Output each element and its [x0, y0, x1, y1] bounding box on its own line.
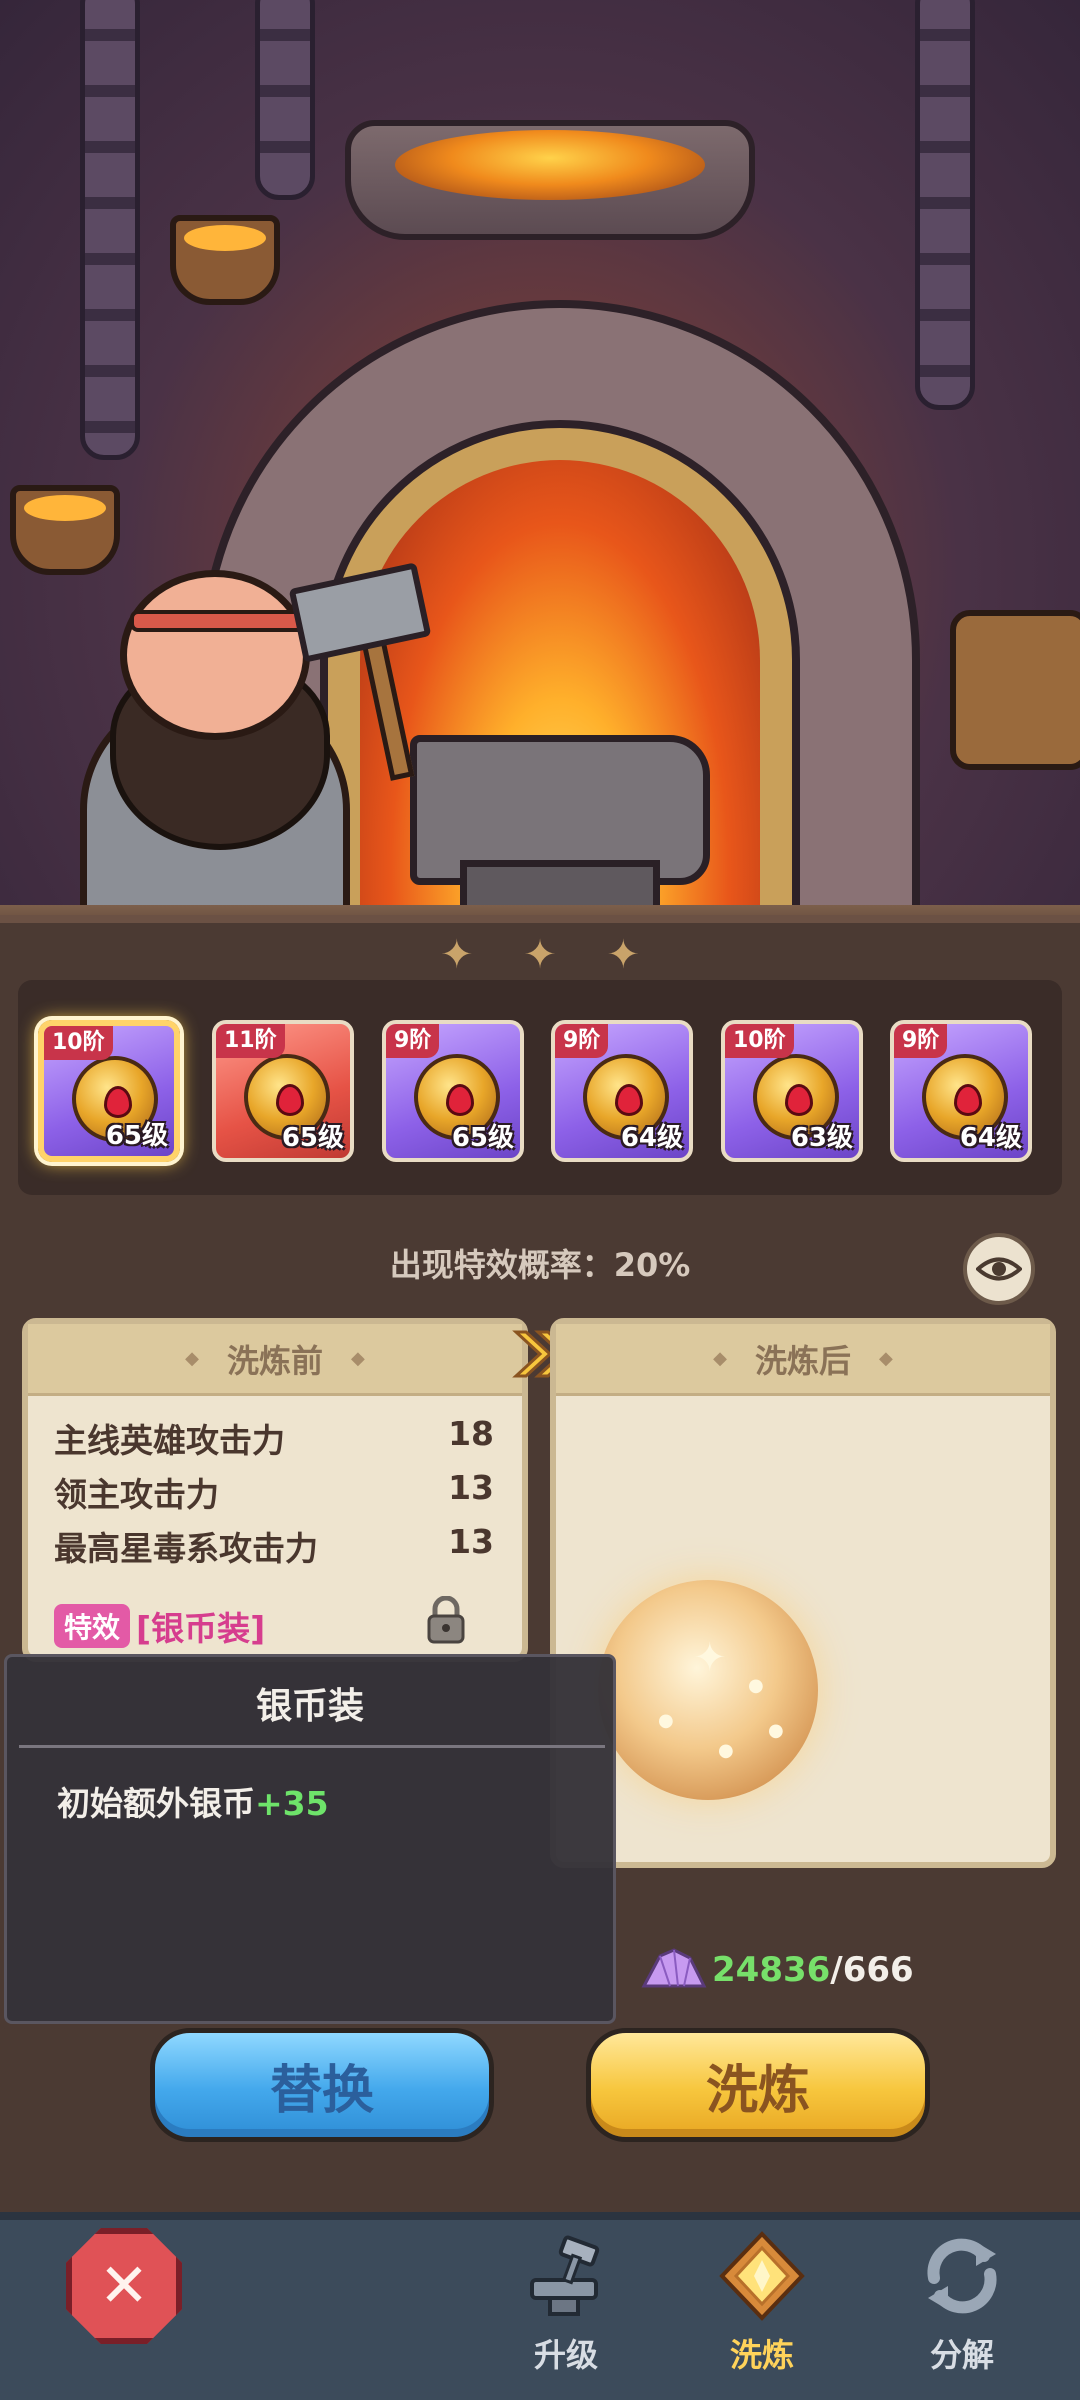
attribute-value: 18 [448, 1414, 494, 1453]
equipment-level: 65级 [105, 1121, 168, 1151]
crucible-pot [170, 215, 280, 305]
crystal-icon [641, 1948, 707, 1988]
lock-icon[interactable] [424, 1596, 468, 1644]
equipment-level: 65级 [451, 1123, 514, 1153]
recycle-icon [927, 2238, 997, 2314]
before-refine-card: ◆ 洗炼前 ◆ 主线英雄攻击力 18 领主攻击力 13 最高星毒系攻击力 13 … [22, 1318, 528, 1662]
nav-label: 升级 [533, 2336, 598, 2374]
sparkle-icon: ✦ [693, 1635, 727, 1681]
equipment-slot[interactable]: 9阶 65级 [382, 1020, 524, 1162]
chain-decoration [255, 0, 315, 200]
effect-chance-text: 出现特效概率：20% [389, 1246, 691, 1284]
equipment-slot[interactable]: 10阶 63级 [721, 1020, 863, 1162]
attribute-row: 领主攻击力 13 [54, 1468, 494, 1516]
star-ornaments: ✦ ✦ ✦ [440, 930, 640, 980]
refine-diamond-icon [719, 2231, 805, 2321]
star-icon: ✦ [440, 932, 474, 978]
equipment-tier-badge: 11阶 [216, 1024, 285, 1058]
diamond-icon: ◆ [185, 1348, 199, 1369]
eye-icon [976, 1257, 1022, 1281]
equipment-tier-badge: 9阶 [386, 1024, 440, 1058]
equipment-tier-badge: 9阶 [555, 1024, 609, 1058]
nav-upgrade[interactable]: 升级 [496, 2228, 636, 2388]
nav-label: 分解 [929, 2336, 994, 2374]
attribute-name: 主线英雄攻击力 [54, 1421, 285, 1460]
forge-screen: ✦ ✦ ✦ 10阶 65级 11阶 65级 9阶 65级 9阶 64级 10阶 63级 9阶 64级 … [0, 0, 1080, 2400]
nav-disassemble[interactable]: 分解 [892, 2228, 1032, 2388]
equipment-slot[interactable]: 9阶 64级 [551, 1020, 693, 1162]
tooltip-divider [19, 1745, 605, 1748]
crystal-owned: 24836 [712, 1950, 831, 1990]
chain-decoration [80, 0, 140, 460]
special-effect[interactable]: 特效 [银币装] [54, 1602, 265, 1650]
effect-tooltip: 银币装 初始额外银币+35 [4, 1654, 616, 2024]
special-effect-name: [银币装] [136, 1609, 266, 1648]
before-refine-title: 洗炼前 [226, 1341, 323, 1380]
attribute-name: 领主攻击力 [54, 1475, 219, 1514]
star-icon: ✦ [606, 932, 640, 978]
diamond-icon: ◆ [713, 1348, 727, 1369]
forge-scene [0, 0, 1080, 920]
equipment-level: 65级 [281, 1123, 344, 1153]
chimney-fire [395, 130, 705, 200]
crystal-required: /666 [830, 1950, 914, 1990]
equipment-tier-badge: 9阶 [894, 1024, 948, 1058]
mystery-orb: ✦ ● ● ● ● [598, 1580, 818, 1800]
tooltip-desc-label: 初始额外银币 [57, 1784, 255, 1823]
barrel [950, 610, 1080, 770]
tooltip-desc-value: +35 [255, 1784, 329, 1823]
after-refine-title: 洗炼后 [754, 1341, 851, 1380]
sparkle-icon: ● [718, 1740, 734, 1761]
tooltip-title: 银币装 [255, 1686, 364, 1727]
attribute-value: 13 [448, 1468, 494, 1507]
equipment-tier-badge: 10阶 [44, 1026, 113, 1060]
anvil-hammer-icon [530, 2235, 600, 2316]
equipment-slot[interactable]: 9阶 64级 [890, 1020, 1032, 1162]
after-refine-card: ◆ 洗炼后 ◆ [550, 1318, 1056, 1868]
nav-refine[interactable]: 洗炼 [692, 2228, 832, 2388]
diamond-icon: ◆ [351, 1348, 365, 1369]
sparkle-icon: ● [658, 1710, 674, 1731]
equipment-level: 63级 [790, 1123, 853, 1153]
attribute-name: 最高星毒系攻击力 [54, 1529, 318, 1568]
chain-decoration [915, 0, 975, 410]
special-effect-tag: 特效 [54, 1604, 131, 1648]
refine-button[interactable]: 洗炼 [586, 2028, 930, 2142]
blacksmith-head [120, 570, 310, 740]
attribute-row: 主线英雄攻击力 18 [54, 1414, 494, 1462]
blacksmith-headband [130, 610, 310, 632]
equipment-slot[interactable]: 11阶 65级 [212, 1020, 354, 1162]
star-icon: ✦ [523, 932, 557, 978]
refine-cost: 24836/666 [640, 1946, 914, 1994]
attribute-row: 最高星毒系攻击力 13 [54, 1522, 494, 1570]
preview-eye-button[interactable] [963, 1233, 1035, 1305]
equipment-slot[interactable]: 10阶 65级 [38, 1020, 180, 1162]
tooltip-description: 初始额外银币+35 [57, 1777, 329, 1825]
before-refine-header: ◆ 洗炼前 ◆ [28, 1324, 522, 1396]
after-refine-header: ◆ 洗炼后 ◆ [556, 1324, 1050, 1396]
diamond-icon: ◆ [879, 1348, 893, 1369]
sparkle-icon: ● [748, 1675, 764, 1696]
close-icon: ✕ [98, 2251, 150, 2321]
nav-label: 洗炼 [729, 2336, 794, 2374]
equipment-tier-badge: 10阶 [725, 1024, 794, 1058]
equipment-level: 64级 [959, 1123, 1022, 1153]
sparkle-icon: ● [768, 1720, 784, 1741]
replace-button[interactable]: 替换 [150, 2028, 494, 2142]
equipment-level: 64级 [620, 1123, 683, 1153]
attribute-value: 13 [448, 1522, 494, 1561]
